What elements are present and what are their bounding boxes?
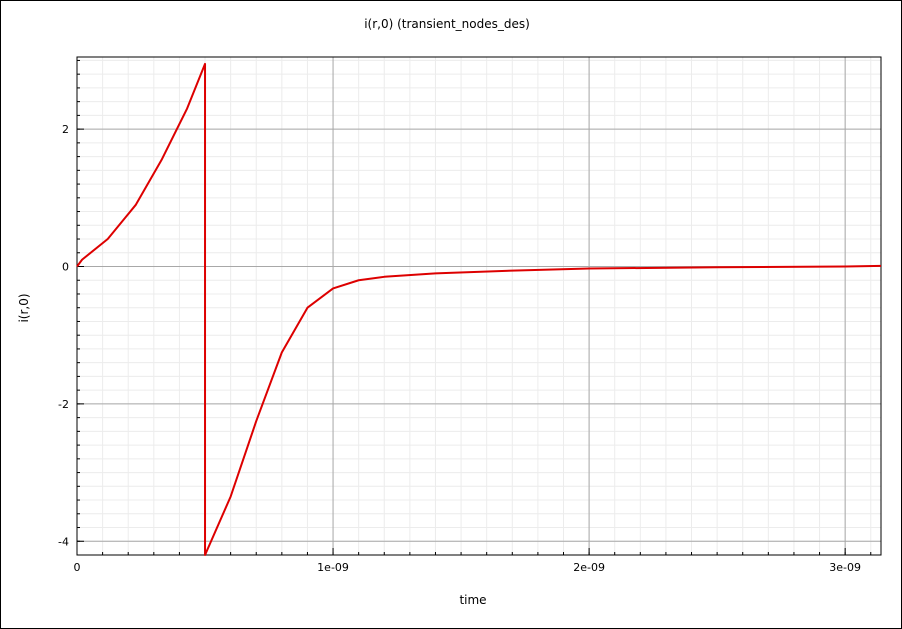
minor-grid xyxy=(76,57,881,556)
x-axis-label: time xyxy=(459,593,486,607)
y-tick-label: 2 xyxy=(62,123,69,136)
y-tick-label: -4 xyxy=(58,535,69,548)
y-tick-label: -2 xyxy=(58,398,69,411)
series-layer xyxy=(76,62,882,556)
line-chart: i(r,0) (transient_nodes_des) 0 1e-09 2e-09… xyxy=(17,17,882,607)
y-tick-label: 0 xyxy=(62,261,69,274)
major-grid xyxy=(76,57,881,555)
plot-area xyxy=(76,56,882,556)
x-tick-label: 2e-09 xyxy=(573,561,605,574)
chart-title: i(r,0) (transient_nodes_des) xyxy=(364,17,530,31)
x-tick-label: 3e-09 xyxy=(829,561,861,574)
series-line xyxy=(76,62,882,556)
axis-ticks: 0 1e-09 2e-09 3e-09 2 0 -2 -4 xyxy=(58,59,872,574)
x-tick-label: 0 xyxy=(74,561,81,574)
x-tick-label: 1e-09 xyxy=(317,561,349,574)
y-axis-label: i(r,0) xyxy=(17,293,31,322)
